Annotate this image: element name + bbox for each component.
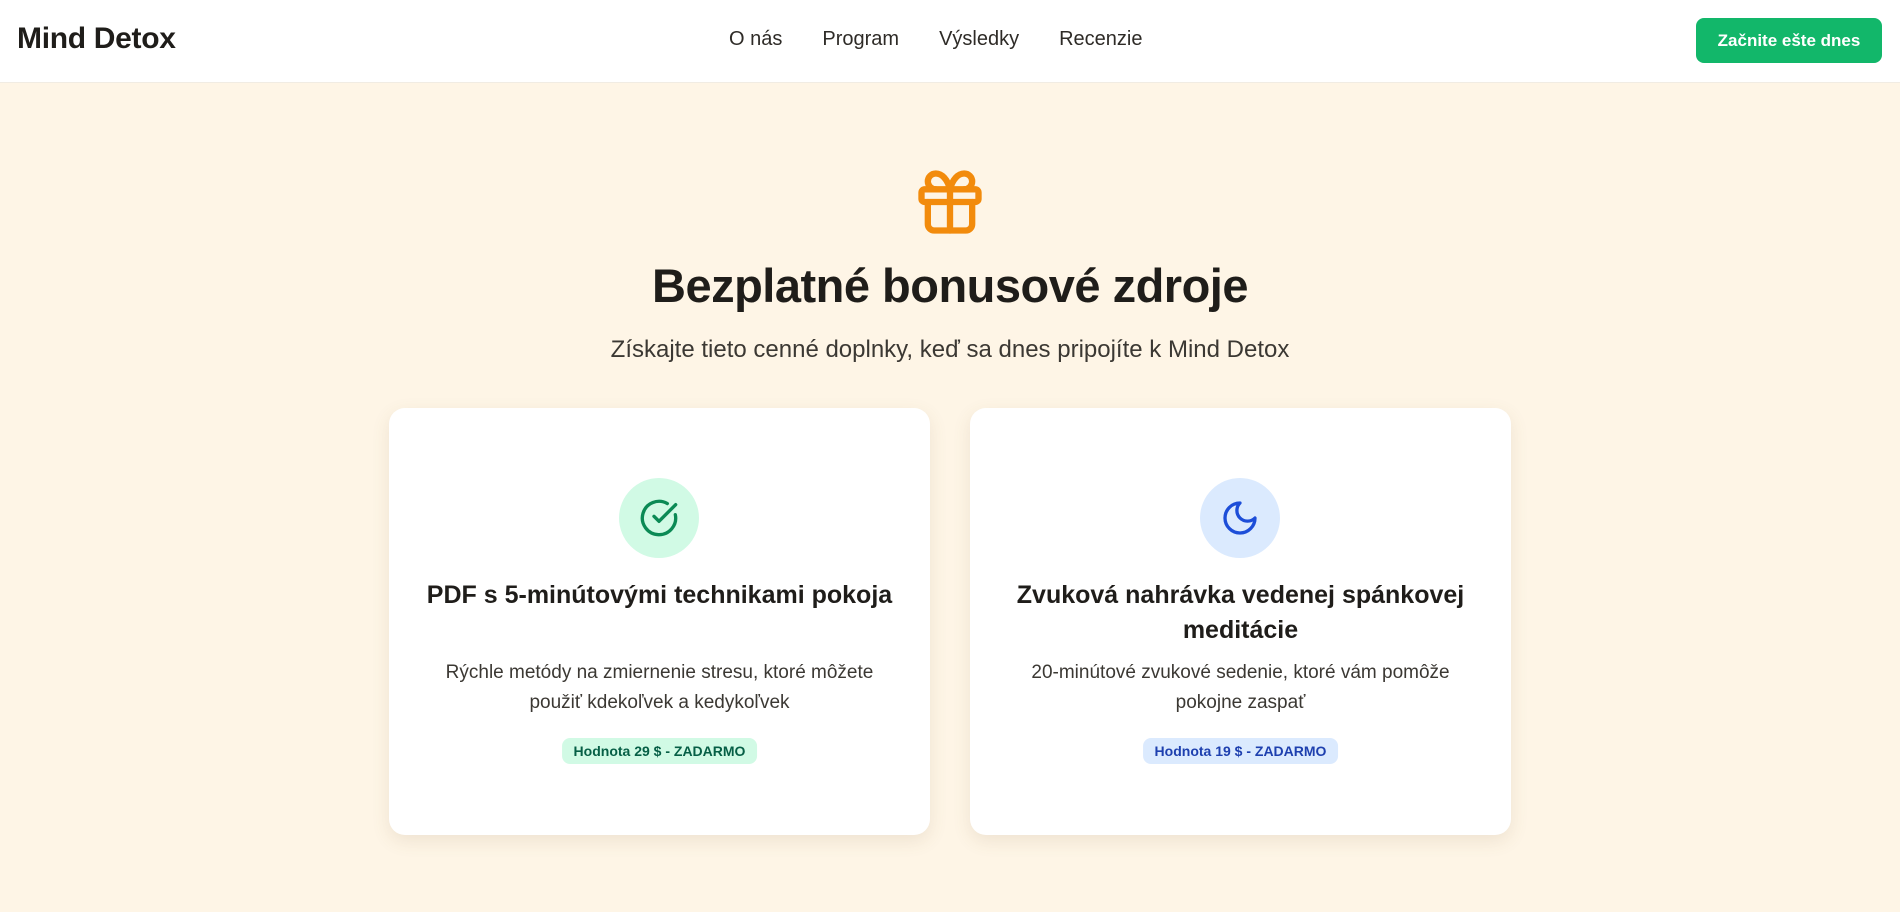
main-nav: O nás Program Výsledky Recenzie [729, 28, 1142, 51]
card-description: Rýchle metódy na zmiernenie stresu, ktor… [445, 662, 874, 713]
nav-link-reviews[interactable]: Recenzie [1059, 28, 1142, 51]
card-title: Zvuková nahrávka vedenej spánkovej medit… [1016, 581, 1465, 644]
start-today-button[interactable]: Začnite ešte dnes [1696, 18, 1882, 63]
site-header: Mind Detox O nás Program Výsledky Recenz… [0, 0, 1900, 83]
gift-icon [918, 170, 982, 234]
bonus-card-pdf: PDF s 5-minútovými technikami pokoja Rýc… [389, 408, 930, 835]
card-title: PDF s 5-minútovými technikami pokoja [426, 581, 893, 609]
check-circle-icon [640, 499, 678, 537]
card-description: 20-minútové zvukové sedenie, ktoré vám p… [1031, 662, 1450, 713]
nav-link-program[interactable]: Program [822, 28, 899, 51]
bonus-card-audio: Zvuková nahrávka vedenej spánkovej medit… [970, 408, 1511, 835]
section-subtitle: Získajte tieto cenné doplnky, keď sa dne… [610, 336, 1290, 363]
brand-logo[interactable]: Mind Detox [17, 22, 176, 56]
card-icon-circle [1200, 478, 1280, 558]
card-icon-circle [619, 478, 699, 558]
value-badge: Hodnota 29 $ - ZADARMO [561, 738, 758, 764]
value-badge: Hodnota 19 $ - ZADARMO [1142, 738, 1339, 764]
moon-icon [1223, 501, 1257, 535]
nav-link-about[interactable]: O nás [729, 28, 782, 51]
section-title: Bezplatné bonusové zdroje [652, 259, 1248, 312]
nav-link-results[interactable]: Výsledky [939, 28, 1019, 51]
